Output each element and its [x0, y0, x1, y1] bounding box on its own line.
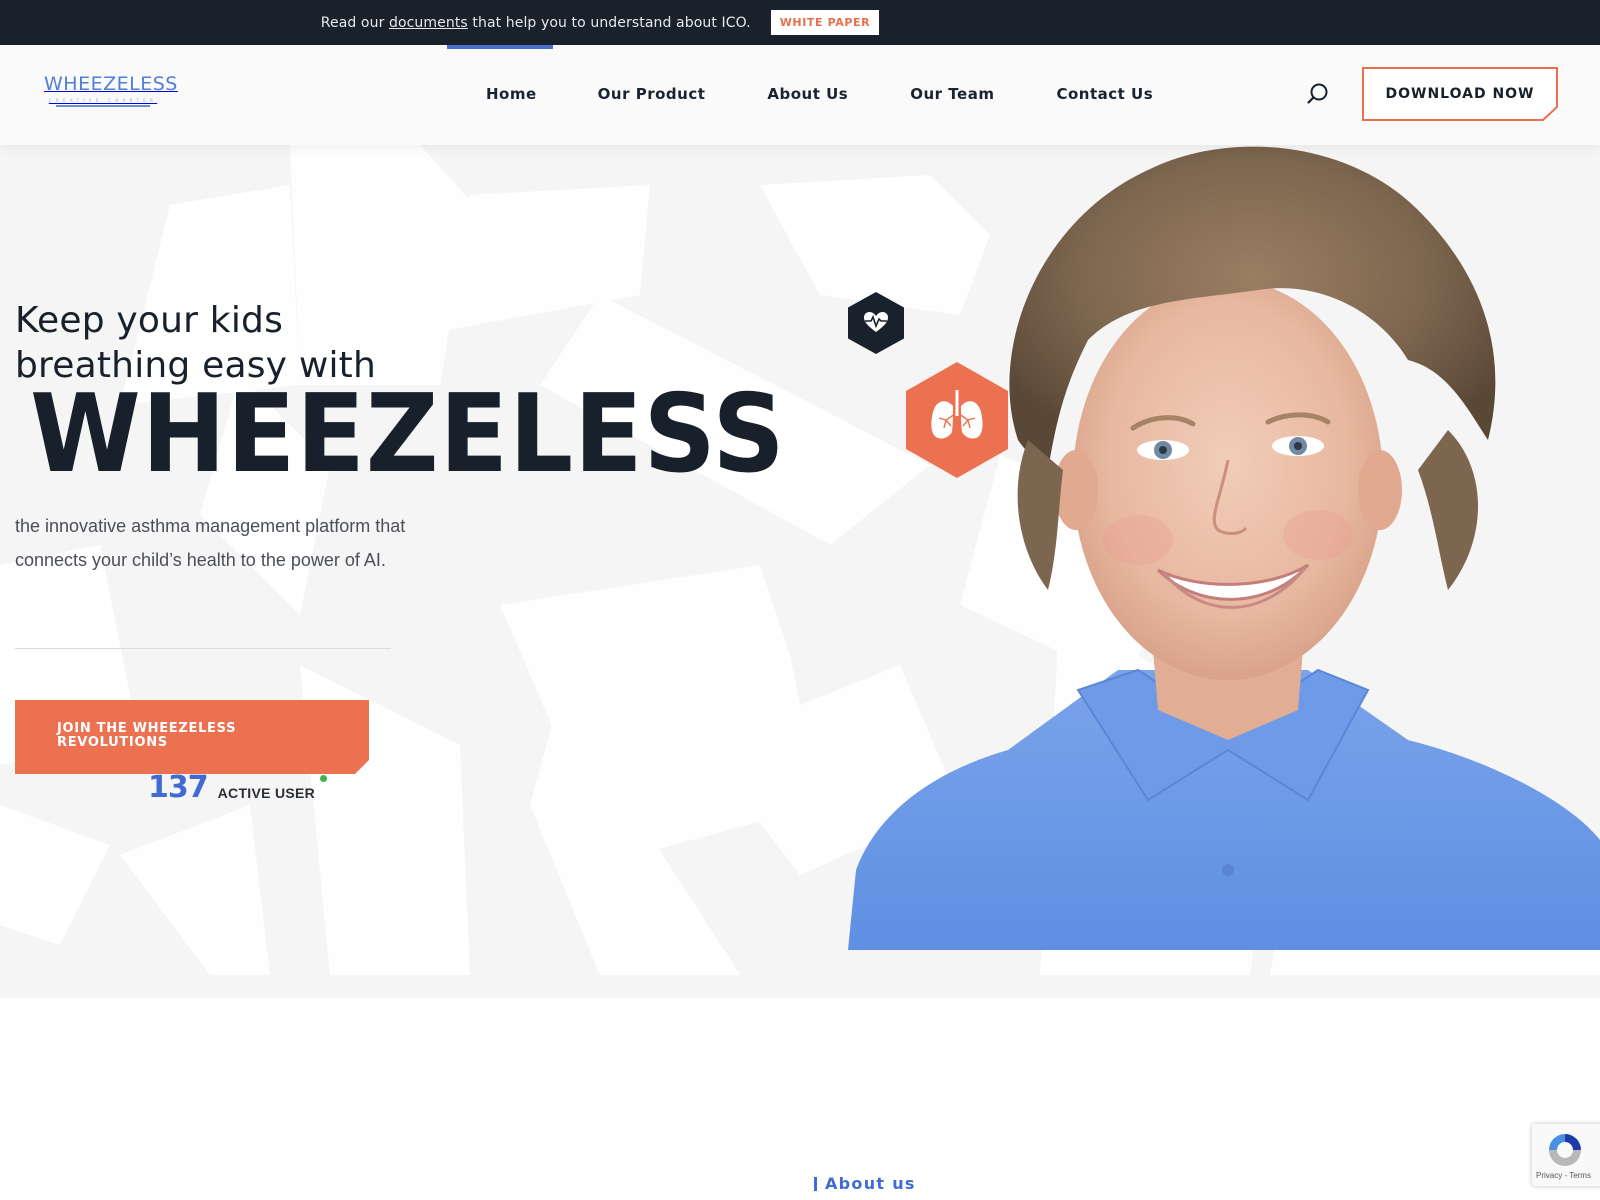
about-us-section-label: About us — [814, 1174, 916, 1193]
announcement-bar: Read our documents that help you to unde… — [0, 0, 1600, 45]
hero-divider — [15, 648, 391, 649]
announcement-text: Read our documents that help you to unde… — [320, 14, 751, 31]
nav-active-indicator — [447, 45, 553, 49]
logo-wordmark: WHEEZELESS — [44, 73, 178, 95]
logo-tagline: CREATIVE CHARTER — [48, 98, 158, 103]
search-icon[interactable] — [1306, 82, 1330, 106]
recaptcha-badge[interactable]: Privacy - Terms — [1532, 1124, 1600, 1186]
white-paper-button[interactable]: WHITE PAPER — [770, 10, 880, 35]
main-nav: Home Our Product About Us Our Team Conta… — [486, 85, 1215, 103]
join-revolution-label: JOIN THE WHEEZELESS REVOLUTIONS — [57, 721, 237, 750]
nav-our-team[interactable]: Our Team — [910, 85, 994, 103]
smiling-boy-photo — [848, 146, 1600, 950]
active-user-label: ACTIVE USER — [217, 785, 316, 801]
hero-description: the innovative asthma management platfor… — [15, 516, 406, 570]
recaptcha-privacy-terms[interactable]: Privacy - Terms — [1536, 1171, 1591, 1180]
about-us-accent-bar — [814, 1176, 817, 1191]
nav-about-us[interactable]: About Us — [767, 85, 848, 103]
active-user-count: 137 — [148, 770, 209, 805]
nav-our-product[interactable]: Our Product — [598, 85, 706, 103]
online-status-dot — [320, 775, 328, 782]
hero-brand-title: WHEEZELESS — [30, 372, 786, 497]
nav-home[interactable]: Home — [486, 85, 537, 103]
documents-link[interactable]: documents — [389, 15, 468, 31]
active-users-counter: 137 ACTIVE USER — [148, 770, 328, 805]
recaptcha-icon — [1549, 1134, 1581, 1166]
download-now-button[interactable]: DOWNLOAD NOW — [1362, 67, 1558, 121]
join-revolution-button[interactable]: JOIN THE WHEEZELESS REVOLUTIONS — [15, 700, 369, 774]
logo[interactable]: WHEEZELESS CREATIVE CHARTER — [44, 73, 178, 107]
site-header: WHEEZELESS CREATIVE CHARTER Home Our Pro… — [0, 45, 1600, 145]
about-us-label-text: About us — [825, 1174, 916, 1193]
logo-underline — [56, 105, 150, 107]
nav-contact-us[interactable]: Contact Us — [1056, 85, 1153, 103]
download-now-label: DOWNLOAD NOW — [1385, 86, 1535, 102]
hero-heading-line-1: Keep your kids — [15, 300, 284, 341]
